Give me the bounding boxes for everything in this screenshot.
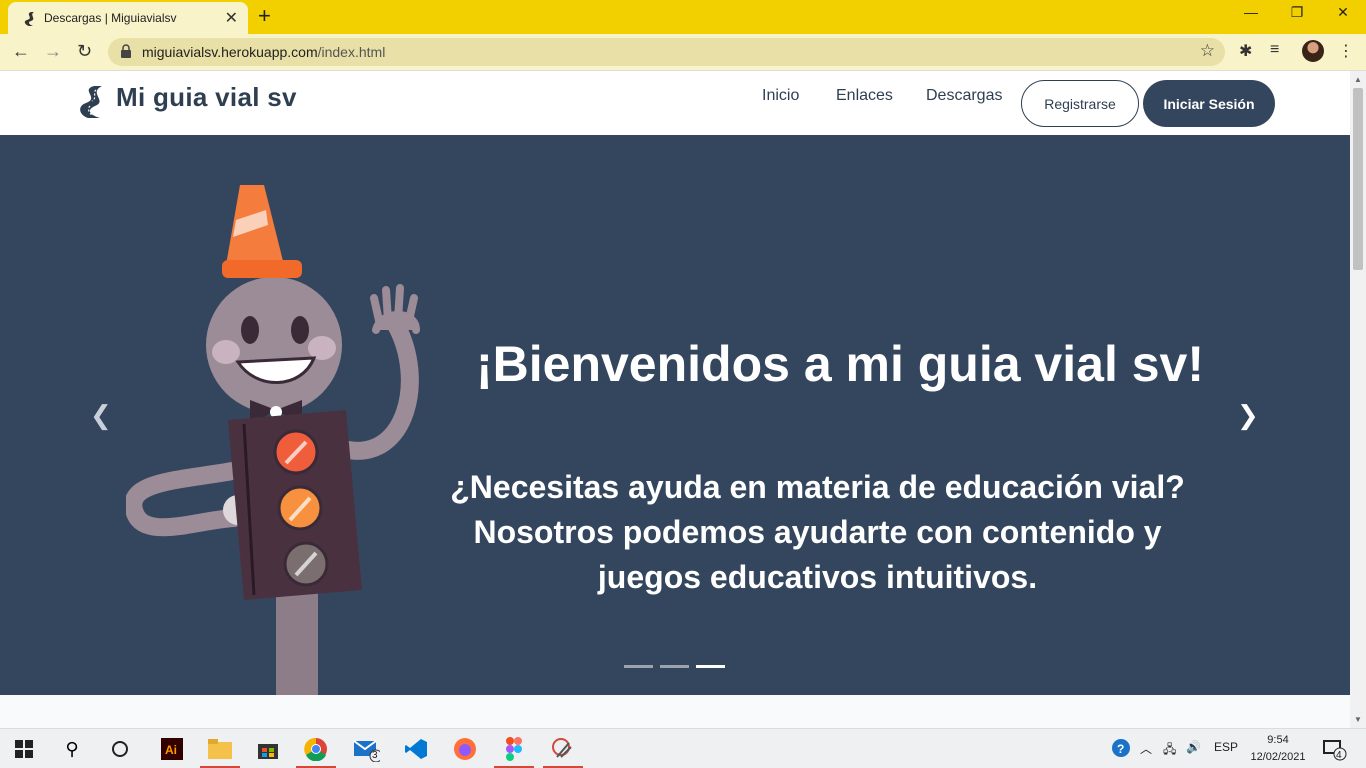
hero-description: ¿Necesitas ayuda en materia de educación… — [420, 465, 1215, 600]
carousel-next-icon[interactable]: ❯ — [1237, 400, 1259, 431]
carousel-prev-icon[interactable]: ❮ — [90, 400, 112, 431]
mail-badge: 3 — [372, 750, 378, 761]
language-indicator[interactable]: ESP — [1214, 740, 1238, 754]
hero-line-1: ¿Necesitas ayuda en materia de educación… — [450, 469, 1185, 505]
browser-tab-strip: Descargas | Miguiavialsv ✕ + — ❐ ✕ — [0, 0, 1366, 34]
svg-text:?: ? — [1117, 742, 1124, 756]
bookmark-star-icon[interactable]: ☆ — [1200, 41, 1215, 61]
brand-name[interactable]: Mi guia vial sv — [116, 82, 297, 113]
carousel-indicators — [624, 665, 725, 668]
windows-taskbar: ⚲ Ai 3 ? ︿ 🖧 🔊 ESP 9:54 12/02/2021 4 — [0, 728, 1366, 768]
traffic-light-mascot-illustration — [126, 185, 420, 695]
tab-close-icon[interactable]: ✕ — [225, 8, 238, 28]
site-navbar: Mi guia vial sv Inicio Enlaces Descargas… — [0, 71, 1350, 135]
new-tab-icon[interactable]: + — [258, 3, 271, 29]
page-content-area — [0, 695, 1350, 728]
hero-title: ¡Bienvenidos a mi guia vial sv! — [475, 336, 1204, 392]
carousel-indicator-3[interactable] — [696, 665, 725, 668]
hero-carousel: ¡Bienvenidos a mi guia vial sv! ¿Necesit… — [0, 135, 1350, 695]
svg-text:Ai: Ai — [165, 743, 177, 757]
nav-link-descargas[interactable]: Descargas — [926, 87, 1002, 105]
illustrator-icon[interactable]: Ai — [158, 735, 186, 763]
url-path: /index.html — [317, 44, 386, 60]
browser-tab[interactable]: Descargas | Miguiavialsv ✕ — [8, 2, 248, 34]
store-icon[interactable] — [254, 735, 282, 763]
carousel-indicator-2[interactable] — [660, 665, 689, 668]
address-bar[interactable]: miguiavialsv.herokuapp.com/index.html ☆ — [108, 38, 1225, 66]
profile-avatar[interactable] — [1302, 40, 1324, 62]
register-button[interactable]: Registrarse — [1021, 80, 1139, 127]
extensions-icon[interactable]: ✱ — [1239, 41, 1252, 61]
media-control-icon[interactable]: ≡ — [1270, 41, 1279, 59]
snipping-tool-icon[interactable] — [549, 735, 577, 763]
firefox-icon[interactable] — [451, 735, 479, 763]
road-logo-icon — [24, 12, 34, 26]
page-scrollbar[interactable]: ▲ ▼ — [1350, 71, 1366, 728]
window-close-icon[interactable]: ✕ — [1328, 4, 1358, 21]
road-logo-icon[interactable] — [74, 84, 110, 120]
reload-icon[interactable]: ↻ — [77, 41, 92, 62]
notifications-badge: 4 — [1336, 750, 1342, 761]
help-icon[interactable]: ? — [1108, 735, 1136, 763]
minimize-icon[interactable]: — — [1236, 4, 1266, 20]
chrome-icon[interactable] — [302, 735, 330, 763]
tray-expand-icon[interactable]: ︿ — [1140, 740, 1152, 757]
scrollbar-thumb[interactable] — [1353, 88, 1363, 270]
carousel-indicator-1[interactable] — [624, 665, 653, 668]
web-page: Mi guia vial sv Inicio Enlaces Descargas… — [0, 71, 1350, 728]
windows-start-icon[interactable] — [10, 735, 38, 763]
login-button[interactable]: Iniciar Sesión — [1143, 80, 1275, 127]
hero-line-2: Nosotros podemos ayudarte con contenido … — [473, 514, 1162, 550]
system-clock[interactable]: 9:54 12/02/2021 — [1248, 732, 1308, 766]
scroll-up-icon[interactable]: ▲ — [1354, 75, 1362, 84]
hero-line-3: juegos educativos intuitivos. — [597, 559, 1038, 595]
clock-time: 9:54 — [1267, 734, 1289, 746]
scroll-down-icon[interactable]: ▼ — [1354, 715, 1362, 724]
file-explorer-icon[interactable] — [206, 735, 234, 763]
volume-icon[interactable]: 🔊 — [1186, 740, 1201, 754]
lock-icon — [121, 44, 131, 58]
network-icon[interactable]: 🖧 — [1163, 740, 1176, 761]
nav-link-enlaces[interactable]: Enlaces — [836, 87, 893, 105]
forward-icon[interactable]: → — [44, 41, 62, 62]
url-host: miguiavialsv.herokuapp.com — [142, 44, 318, 60]
clock-date: 12/02/2021 — [1250, 751, 1306, 763]
search-icon[interactable]: ⚲ — [58, 735, 86, 763]
browser-menu-icon[interactable]: ⋮ — [1338, 41, 1354, 61]
notifications-icon[interactable] — [1320, 735, 1348, 763]
back-icon[interactable]: ← — [12, 41, 30, 62]
restore-icon[interactable]: ❐ — [1282, 4, 1312, 21]
nav-link-inicio[interactable]: Inicio — [762, 87, 799, 105]
vscode-icon[interactable] — [402, 735, 430, 763]
figma-icon[interactable] — [500, 735, 528, 763]
url-text: miguiavialsv.herokuapp.com/index.html — [142, 44, 385, 60]
tab-title: Descargas | Miguiavialsv — [44, 11, 177, 25]
browser-toolbar: ← → ↻ miguiavialsv.herokuapp.com/index.h… — [0, 34, 1366, 71]
cortana-icon[interactable] — [106, 735, 134, 763]
